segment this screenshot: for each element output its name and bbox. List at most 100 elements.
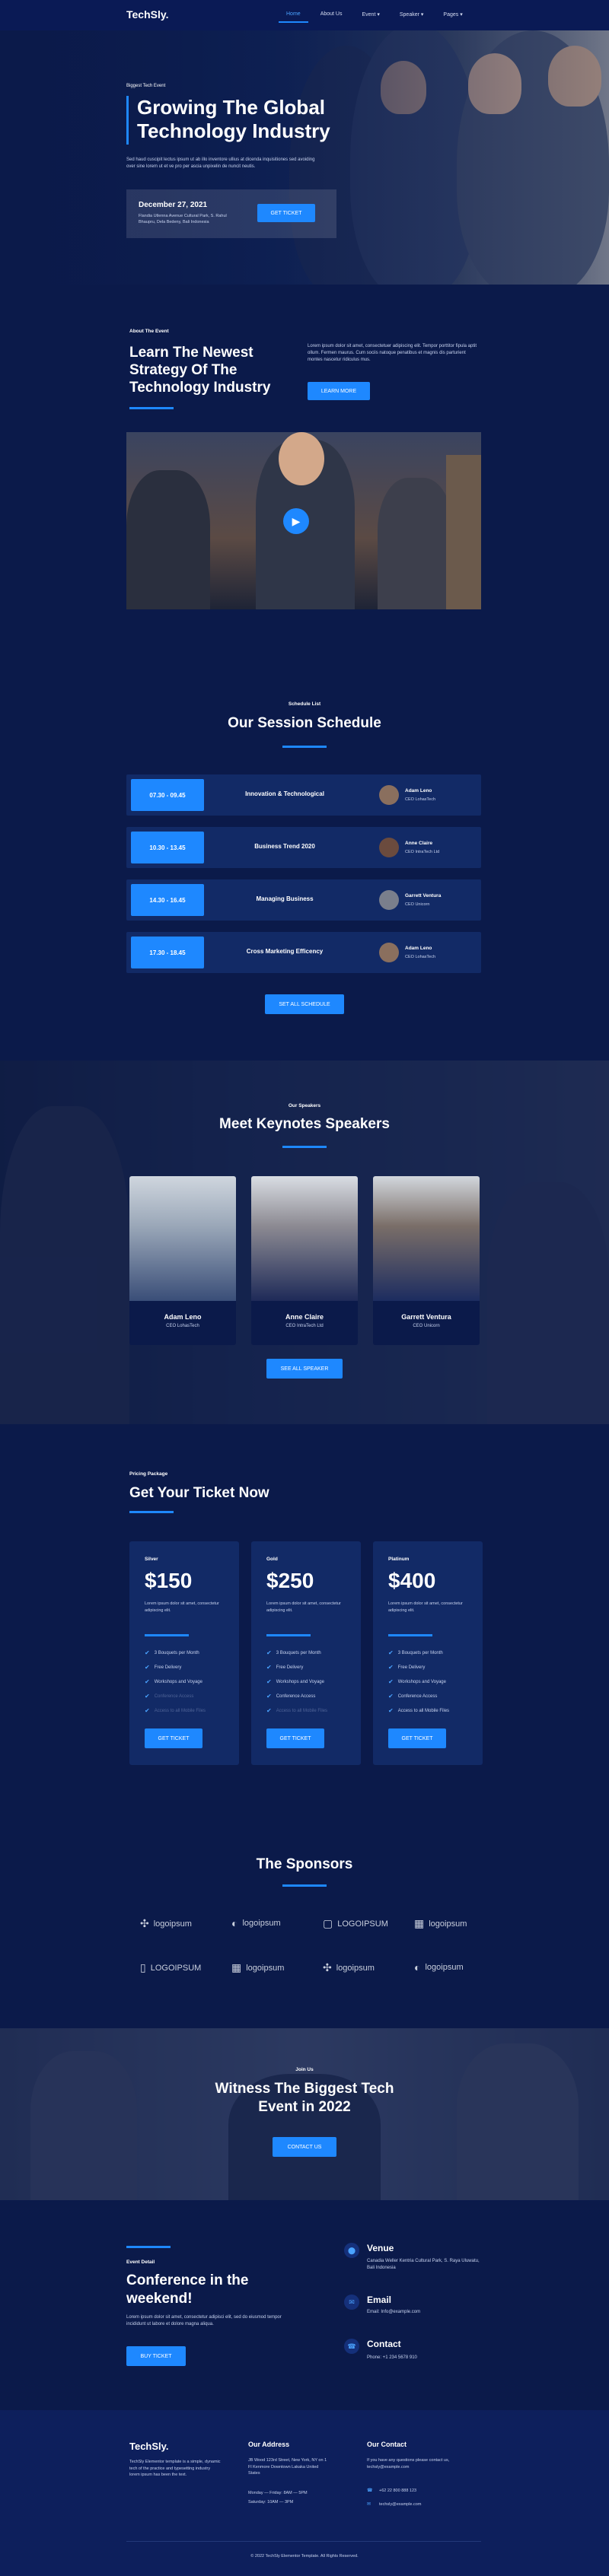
email-text[interactable]: Email: Info@example.com: [367, 2310, 420, 2314]
chevron-down-icon: ▾: [377, 12, 380, 17]
speaker-role: CEO Unicorn: [413, 1324, 440, 1328]
chevron-down-icon: ▾: [420, 12, 424, 17]
footer-email[interactable]: techsly@example.com: [379, 2502, 421, 2507]
schedule-kicker: Schedule List: [288, 701, 321, 707]
about-underline: [129, 407, 174, 409]
plan-feature: ✔ Workshops and Voyage: [145, 1678, 202, 1685]
set-all-schedule-button[interactable]: SET ALL SCHEDULE: [265, 994, 344, 1014]
plan-name: Platinum: [388, 1557, 410, 1562]
see-all-speaker-button[interactable]: SEE ALL SPEAKER: [266, 1359, 343, 1379]
speaker-name: Adam Leno: [164, 1313, 202, 1321]
footer-phone[interactable]: +62 22 800 888 123: [379, 2489, 416, 2493]
check-icon: ✔: [266, 1707, 272, 1714]
nav-about[interactable]: About Us: [320, 11, 343, 17]
details-title: Conference in the weekend!: [126, 2272, 249, 2307]
banner-title: Witness The Biggest Tech Event in 2022: [215, 2081, 394, 2115]
main-menu: Home About Us Event ▾ Speaker ▾ Pages ▾: [279, 11, 463, 23]
session-topic: Business Trend 2020: [254, 843, 315, 850]
session-speaker-name: Anne Claire: [405, 841, 433, 846]
nav-pages[interactable]: Pages ▾: [443, 11, 462, 17]
sponsor-mark-icon: ▦: [231, 1961, 242, 1973]
speaker-photo: [373, 1176, 480, 1301]
plan-feature: ✔ Free Delivery: [145, 1664, 182, 1671]
learn-more-button[interactable]: LEARN MORE: [308, 382, 370, 400]
nav-home[interactable]: Home: [279, 11, 308, 23]
footer-hours-1: Monday — Friday: 8AM — 5PM: [248, 2491, 308, 2495]
check-icon: ✔: [145, 1649, 150, 1656]
sponsor-logo[interactable]: ✣ logoipsum: [323, 1961, 375, 1974]
schedule-row[interactable]: 17.30 - 18.45 Cross Marketing Efficency Ad…: [126, 932, 481, 973]
footer-divider: [126, 2541, 481, 2542]
speaker-role: CEO LohasTech: [166, 1324, 199, 1328]
check-icon: ✔: [145, 1693, 150, 1700]
sponsor-mark-icon: ▯: [140, 1961, 146, 1973]
phone-icon: ☎: [367, 2489, 373, 2493]
session-time: 07.30 - 09.45: [131, 779, 204, 811]
plan-price: $150: [145, 1569, 193, 1592]
about-kicker: About The Event: [129, 329, 169, 334]
session-speaker-name: Garrett Ventura: [405, 893, 442, 898]
plan-feature: ✔ Conference Access: [388, 1693, 438, 1700]
speakers-underline: [282, 1146, 327, 1148]
hero-accent-bar: [126, 96, 129, 145]
speaker-card[interactable]: Anne Claire CEO IntraTech Ltd: [251, 1176, 358, 1345]
sponsor-logo[interactable]: ◐ logoipsum: [414, 1961, 464, 1973]
schedule-row[interactable]: 07.30 - 09.45 Innovation & Technological A…: [126, 774, 481, 816]
plan-features: ✔ 3 Bouquets per Month ✔ Free Delivery ✔ Work…: [266, 1649, 327, 1722]
avatar: [379, 785, 399, 805]
footer-contact-desc: If you have any questions please contact…: [367, 2458, 450, 2469]
get-ticket-button[interactable]: GET TICKET: [257, 204, 315, 222]
check-icon: ✔: [266, 1693, 272, 1700]
session-speaker-role: CEO LohasTech: [405, 955, 436, 959]
get-ticket-button[interactable]: GET TICKET: [145, 1728, 202, 1748]
plan-features: ✔ 3 Bouquets per Month ✔ Free Delivery ✔ Work…: [145, 1649, 206, 1722]
check-icon: ✔: [266, 1664, 272, 1671]
schedule-title: Our Session Schedule: [228, 715, 381, 731]
check-icon: ✔: [388, 1649, 394, 1656]
sponsor-mark-icon: ◐: [231, 1917, 238, 1929]
pricing-card: Silver $150 Lorem ipsum dolor sit amet, co…: [129, 1541, 239, 1765]
contact-text[interactable]: Phone: +1 234 5678 910: [367, 2355, 417, 2360]
speaker-card[interactable]: Adam Leno CEO LohasTech: [129, 1176, 236, 1345]
speaker-name: Anne Claire: [285, 1313, 324, 1321]
footer-copyright: © 2022 TechSly Elementor Template. All R…: [250, 2554, 359, 2559]
schedule-row[interactable]: 14.30 - 16.45 Managing Business Garrett Ve…: [126, 879, 481, 921]
sponsor-mark-icon: ▢: [323, 1917, 333, 1929]
plan-name: Gold: [266, 1557, 278, 1562]
nav-speaker[interactable]: Speaker ▾: [400, 11, 424, 17]
play-icon[interactable]: ▶: [283, 508, 309, 534]
sponsor-logo[interactable]: ▦ logoipsum: [231, 1961, 284, 1974]
get-ticket-button[interactable]: GET TICKET: [388, 1728, 446, 1748]
buy-ticket-button[interactable]: BUY TICKET: [126, 2346, 186, 2366]
footer-address-title: Our Address: [248, 2441, 290, 2448]
speakers-kicker: Our Speakers: [288, 1103, 321, 1108]
sponsor-logo[interactable]: ✣ logoipsum: [140, 1917, 192, 1930]
email-title: Email: [367, 2295, 392, 2305]
sponsor-logo[interactable]: ▢ LOGOIPSUM: [323, 1917, 388, 1930]
nav-event[interactable]: Event ▾: [362, 11, 379, 17]
details-top-bar: [126, 2246, 171, 2248]
footer-logo[interactable]: TechSly.: [129, 2441, 169, 2452]
check-icon: ✔: [388, 1678, 394, 1685]
site-logo[interactable]: TechSly.: [126, 8, 169, 21]
schedule-row[interactable]: 10.30 - 13.45 Business Trend 2020 Anne Cla…: [126, 827, 481, 868]
plan-feature: ✔ Workshops and Voyage: [266, 1678, 324, 1685]
chevron-down-icon: ▾: [460, 12, 463, 17]
session-speaker-name: Adam Leno: [405, 946, 432, 951]
get-ticket-button[interactable]: GET TICKET: [266, 1728, 324, 1748]
phone-icon: ☎: [344, 2339, 359, 2354]
check-icon: ✔: [266, 1678, 272, 1685]
details-desc: Lorem ipsum dolor sit amet, consectetur …: [126, 2315, 282, 2326]
avatar: [379, 943, 399, 962]
sponsor-logo[interactable]: ▯ LOGOIPSUM: [140, 1961, 201, 1974]
sponsor-logo[interactable]: ◐ logoipsum: [231, 1917, 281, 1929]
check-icon: ✔: [266, 1649, 272, 1656]
plan-feature: ✔ 3 Bouquets per Month: [145, 1649, 199, 1656]
sponsors-underline: [282, 1884, 327, 1887]
check-icon: ✔: [145, 1678, 150, 1685]
speaker-card[interactable]: Garrett Ventura CEO Unicorn: [373, 1176, 480, 1345]
sponsor-mark-icon: ▦: [414, 1917, 425, 1929]
plan-feature: ✔ Access to all Mobile Files: [388, 1707, 450, 1714]
contact-us-button[interactable]: CONTACT US: [273, 2137, 336, 2157]
sponsor-logo[interactable]: ▦ logoipsum: [414, 1917, 467, 1930]
